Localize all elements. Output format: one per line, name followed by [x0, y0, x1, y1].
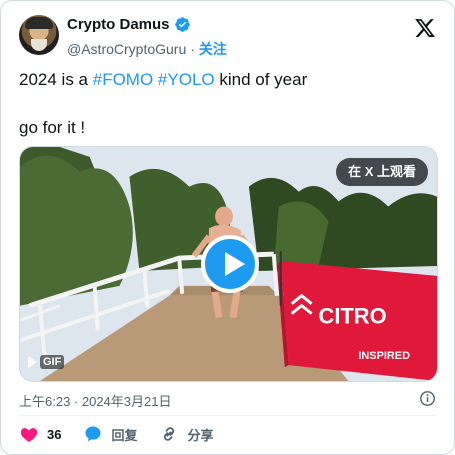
hashtag-yolo[interactable]: #YOLO: [158, 70, 215, 89]
tweet-text-suffix: kind of year: [214, 70, 308, 89]
share-button[interactable]: 分享: [159, 424, 214, 444]
hashtag-fomo[interactable]: #FOMO: [93, 70, 153, 89]
author-handle-row: @AstroCryptoGuru · 关注: [67, 39, 227, 59]
follow-button[interactable]: 关注: [199, 39, 227, 59]
divider: [19, 415, 436, 416]
reply-button[interactable]: 回复: [83, 424, 137, 444]
handle-separator: ·: [190, 41, 195, 57]
play-icon: [225, 252, 245, 276]
gif-label: GIF: [40, 355, 65, 369]
avatar-hat: [25, 17, 53, 29]
author-display-name[interactable]: Crypto Damus: [67, 16, 170, 33]
avatar-beard: [31, 39, 47, 51]
info-icon[interactable]: [419, 390, 436, 407]
video-media[interactable]: CITRO INSPIRED 在 X 上观看 GIF: [19, 146, 438, 382]
tweet-card: Crypto Damus @AstroCryptoGuru · 关注 2024 …: [0, 0, 455, 455]
watch-on-x-button[interactable]: 在 X 上观看: [336, 158, 428, 186]
avatar[interactable]: [19, 15, 59, 55]
like-count: 36: [47, 426, 62, 442]
banner-text: CITRO: [319, 304, 387, 329]
author-handle[interactable]: @AstroCryptoGuru: [67, 41, 186, 57]
like-button[interactable]: 36: [19, 424, 61, 444]
reply-label: 回复: [111, 427, 138, 443]
heart-icon: [20, 428, 38, 442]
link-icon: [164, 427, 175, 441]
verified-badge-icon: [174, 17, 190, 32]
tweet-text-line-1: 2024 is a #FOMO #YOLO kind of year: [19, 69, 307, 91]
action-bar: 36 回复 分享: [19, 424, 236, 444]
gif-badge: GIF: [28, 355, 65, 369]
x-logo-icon[interactable]: [414, 17, 436, 39]
gif-play-icon: [28, 356, 37, 368]
tweet-text-line-2: go for it !: [19, 118, 86, 137]
share-label: 分享: [187, 427, 214, 443]
author-name-row[interactable]: Crypto Damus: [67, 16, 191, 33]
banner-subtext: INSPIRED: [358, 350, 410, 362]
play-button[interactable]: [201, 235, 259, 293]
tweet-timestamp[interactable]: 上午6:23 · 2024年3月21日: [19, 391, 171, 410]
tweet-text-prefix: 2024 is a: [19, 70, 93, 89]
reply-bubble-icon: [85, 426, 101, 442]
